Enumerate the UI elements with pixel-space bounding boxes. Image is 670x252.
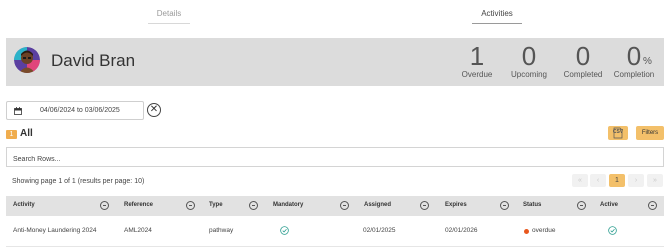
group-label: All [20, 128, 33, 139]
col-type[interactable]: Type [209, 202, 223, 208]
stat-completed: 0 Completed [557, 42, 609, 79]
cell-activity[interactable]: Anti-Money Laundering 2024 [13, 227, 96, 234]
avatar [14, 47, 40, 73]
profile-banner: David Bran 1 Overdue 0 Upcoming 0 Comple… [6, 38, 664, 86]
col-assigned[interactable]: Assigned [364, 202, 391, 208]
pagination-summary: Showing page 1 of 1 (results per page: 1… [12, 178, 145, 185]
tab-details-underline [148, 23, 190, 24]
next-page-button[interactable]: › [628, 174, 644, 187]
calendar-icon [14, 107, 22, 115]
table-header: Activity Reference Type Mandatory Assign… [6, 196, 664, 216]
first-page-button[interactable]: « [572, 174, 588, 187]
stat-upcoming: 0 Upcoming [503, 42, 555, 79]
col-active[interactable]: Active [600, 202, 618, 208]
collapse-expires-icon[interactable] [500, 201, 509, 210]
prev-page-button[interactable]: ‹ [590, 174, 606, 187]
tab-details[interactable]: Details [148, 9, 190, 24]
cell-reference: AML2024 [124, 227, 152, 234]
stat-overdue-label: Overdue [461, 70, 493, 79]
completion-unit: % [643, 56, 652, 67]
search-rows-field [6, 147, 664, 169]
last-page-button[interactable]: » [647, 174, 663, 187]
group-count-badge: 1 [6, 130, 17, 139]
clear-date-button[interactable]: ✕ [147, 103, 161, 117]
stat-completion-label: Completion [613, 70, 655, 79]
collapse-reference-icon[interactable] [186, 201, 195, 210]
collapse-assigned-icon[interactable] [420, 201, 429, 210]
stat-upcoming-value: 0 [521, 41, 537, 71]
col-activity[interactable]: Activity [13, 202, 35, 208]
tab-activities-label: Activities [481, 9, 513, 18]
tab-activities-underline [472, 23, 522, 24]
filters-button[interactable]: Filters [636, 126, 664, 140]
mandatory-check-icon [280, 226, 289, 235]
col-status[interactable]: Status [523, 202, 541, 208]
active-check-icon [608, 226, 617, 235]
collapse-activity-icon[interactable] [100, 201, 109, 210]
col-reference[interactable]: Reference [124, 202, 153, 208]
tab-details-label: Details [156, 9, 182, 18]
collapse-type-icon[interactable] [249, 201, 258, 210]
cell-status: overdue [532, 227, 556, 234]
search-input[interactable] [7, 150, 663, 169]
stat-completed-label: Completed [563, 70, 603, 79]
tab-bar: Details Activities [0, 0, 670, 30]
csv-export-button[interactable]: CSV [608, 126, 628, 140]
col-mandatory[interactable]: Mandatory [273, 202, 303, 208]
date-range-field[interactable]: 04/06/2024 to 03/06/2025 [6, 101, 144, 120]
stat-completed-value: 0 [575, 41, 591, 71]
stat-completion-value: 0 [626, 41, 642, 71]
collapse-active-icon[interactable] [648, 201, 657, 210]
status-dot-icon [524, 229, 529, 234]
tab-activities[interactable]: Activities [472, 9, 522, 24]
close-icon: ✕ [149, 104, 159, 115]
table-row[interactable]: Anti-Money Laundering 2024 AML2024 pathw… [6, 217, 664, 247]
stat-overdue-value: 1 [469, 41, 485, 71]
page-1-button[interactable]: 1 [609, 174, 625, 187]
stat-overdue: 1 Overdue [454, 42, 500, 79]
csv-label: CSV [612, 129, 624, 135]
col-expires[interactable]: Expires [445, 202, 467, 208]
stat-upcoming-label: Upcoming [510, 70, 547, 79]
collapse-status-icon[interactable] [577, 201, 586, 210]
cell-type: pathway [209, 227, 234, 234]
date-range-value: 04/06/2024 to 03/06/2025 [40, 107, 120, 114]
cell-assigned: 02/01/2025 [363, 227, 396, 234]
stat-completion: 0 Completion [608, 42, 660, 79]
collapse-mandatory-icon[interactable] [340, 201, 349, 210]
user-name: David Bran [51, 51, 136, 70]
cell-expires: 02/01/2026 [445, 227, 478, 234]
